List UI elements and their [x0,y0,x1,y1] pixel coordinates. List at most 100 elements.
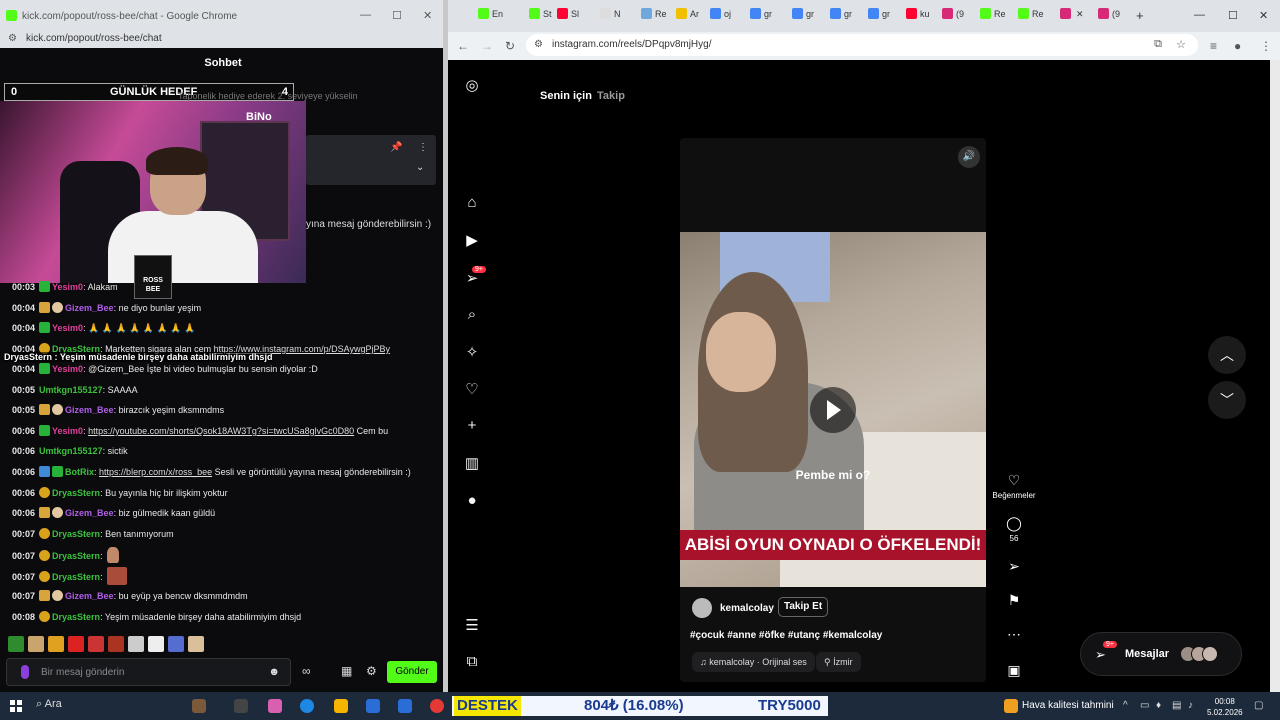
chrome-icon[interactable] [430,699,444,713]
chat-message[interactable]: 00:07 DryasStern: [12,547,119,565]
popout-url-bar[interactable]: ⚙ kick.com/popout/ross-bee/chat [0,30,446,48]
create-icon[interactable]: + [462,417,482,434]
chat-message[interactable]: 00:06 Gizem_Bee: biz gülmedik kaan güldü [12,505,215,523]
browser-tab[interactable]: oj [710,8,731,24]
message-username[interactable]: Yesim0 [52,282,83,292]
page-scrollbar[interactable] [1270,60,1280,692]
chat-message[interactable]: 00:06 BotRix: https://blerp.com/x/ross_be… [12,464,411,482]
store-icon[interactable] [366,699,380,713]
tray-chevron-icon[interactable]: ^ [1123,700,1128,711]
maximize-icon[interactable]: ☐ [392,9,402,22]
emote[interactable] [48,636,64,652]
emote[interactable] [8,636,24,652]
chat-message[interactable]: 00:07 Gizem_Bee: bu eyüp ya bencw dksmmdm… [12,588,248,606]
browser-tab[interactable]: gr [792,8,814,24]
emote[interactable] [88,636,104,652]
extensions-icon[interactable]: ≡ [1210,39,1217,53]
bookmark-star-icon[interactable]: ☆ [1176,38,1186,51]
browser-tab[interactable]: Sl [557,8,579,24]
profile-avatar-icon[interactable]: ● [462,492,482,509]
send-button[interactable]: Gönder [387,661,437,683]
message-username[interactable]: Gizem_Bee [65,591,114,601]
location-chip[interactable]: ⚲ İzmir [816,652,861,672]
windows-start-icon[interactable] [10,700,22,712]
gear-icon[interactable]: ⚙ [366,664,377,678]
close-icon[interactable]: ✕ [1259,9,1268,22]
browser-tab[interactable]: St [529,8,552,24]
network-icon[interactable]: ▤ [1172,700,1181,711]
message-link[interactable]: https://youtube.com/shorts/Qsok18AW3Tg?s… [88,426,354,436]
chat-message[interactable]: 00:08 DryasStern: Yeşim müsadenle birşey … [12,609,301,627]
emote[interactable] [128,636,144,652]
back-icon[interactable]: ← [457,39,469,53]
message-username[interactable]: Yesim0 [52,364,83,374]
audio-thumb[interactable]: ▣ [992,662,1036,679]
reel-video[interactable]: Pembe mi o? ABİSİ OYUN OYNADI O ÖFKELEND… [680,232,986,587]
browser-tab[interactable] [1060,8,1074,24]
message-link[interactable]: https://blerp.com/x/ross_bee [99,467,212,477]
scroll-up-button[interactable]: ︿ [1208,336,1246,374]
follow-button[interactable]: Takip Et [778,597,829,617]
emote[interactable] [28,636,44,652]
message-username[interactable]: Umtkgn155127 [39,385,103,395]
message-username[interactable]: DryasStern [52,572,100,582]
tab-for-you[interactable]: Senin için [540,90,592,102]
message-username[interactable]: Gizem_Bee [65,508,114,518]
browser-tab[interactable]: En [478,8,503,24]
browser-tab[interactable]: (9 [942,8,964,24]
emote[interactable] [168,636,184,652]
reload-icon[interactable]: ↻ [505,39,515,53]
pin-icon[interactable]: 📌 [390,142,402,153]
tab-following[interactable]: Takip [597,90,625,102]
taskbar-search[interactable]: ⌕ Ara [36,698,62,711]
message-username[interactable]: Gizem_Bee [65,303,114,313]
dashboard-icon[interactable]: ▥ [462,454,482,472]
chat-message[interactable]: 00:04 Gizem_Bee: ne diyo bunlar yeşim [12,300,201,318]
message-username[interactable]: DryasStern [52,612,100,622]
scroll-down-button[interactable]: ﹀ [1208,381,1246,419]
outlook-icon[interactable] [398,699,412,713]
profile-icon[interactable]: ● [1234,39,1241,53]
message-username[interactable]: BotRix [65,467,94,477]
author-avatar[interactable] [692,598,712,618]
message-username[interactable]: DryasStern [52,529,100,539]
browser-tab[interactable]: Re [641,8,667,24]
edge-icon[interactable] [300,699,314,713]
message-username[interactable]: DryasStern [52,488,100,498]
chat-message[interactable]: 00:07 DryasStern: [12,567,127,585]
tray-icon[interactable]: ▭ [1140,700,1149,711]
browser-tab[interactable]: (9 [1098,8,1120,24]
pinned-message-box[interactable]: 📌 ⋮ ⌄ [306,135,436,185]
new-tab-icon[interactable]: + [1136,8,1144,23]
more-button[interactable]: ⋯ [992,626,1036,643]
reel-card[interactable]: 🔊 Pembe mi o? ABİSİ OYUN OYNADI O ÖFKELE… [680,138,986,682]
browser-tab[interactable]: gr [750,8,772,24]
instagram-logo-icon[interactable]: ◎ [462,76,482,94]
close-icon[interactable]: ✕ [423,9,432,22]
explore-icon[interactable]: ✧ [462,343,482,361]
chat-message[interactable]: 00:05 Umtkgn155127: SAAAA [12,382,138,400]
message-username[interactable]: Gizem_Bee [65,405,114,415]
threads-icon[interactable]: ⧉ [462,653,482,670]
like-button[interactable]: ♡ Beğenmeler [992,472,1036,500]
browser-tab[interactable]: gr [830,8,852,24]
maximize-icon[interactable]: ☐ [1228,9,1238,22]
install-icon[interactable]: ⧉ [1154,38,1162,51]
forward-icon[interactable]: → [481,39,493,53]
browser-tab[interactable]: N [600,8,621,24]
chat-message[interactable]: 00:07 DryasStern: Ben tanımıyorum [12,526,174,544]
close-tab-icon[interactable]: ✕ [1076,9,1084,25]
taskbar-widget-icon[interactable] [192,699,206,713]
task-view-icon[interactable] [234,699,248,713]
infinity-icon[interactable]: ∞ [302,664,311,678]
site-info-icon[interactable]: ⚙ [534,39,543,50]
play-button[interactable] [810,387,856,433]
audio-chip[interactable]: ♫ kemalcolay · Orijinal ses [692,652,815,672]
save-button[interactable]: ⚑ [992,592,1036,609]
emote[interactable] [108,636,124,652]
browser-tab[interactable]: ku [906,8,930,24]
weather-text[interactable]: Hava kalitesi tahmini [1022,700,1114,711]
chat-message[interactable]: 00:06 Umtkgn155127: sictik [12,443,128,461]
notification-icon[interactable]: ▢ [1254,700,1263,711]
emote[interactable] [188,636,204,652]
